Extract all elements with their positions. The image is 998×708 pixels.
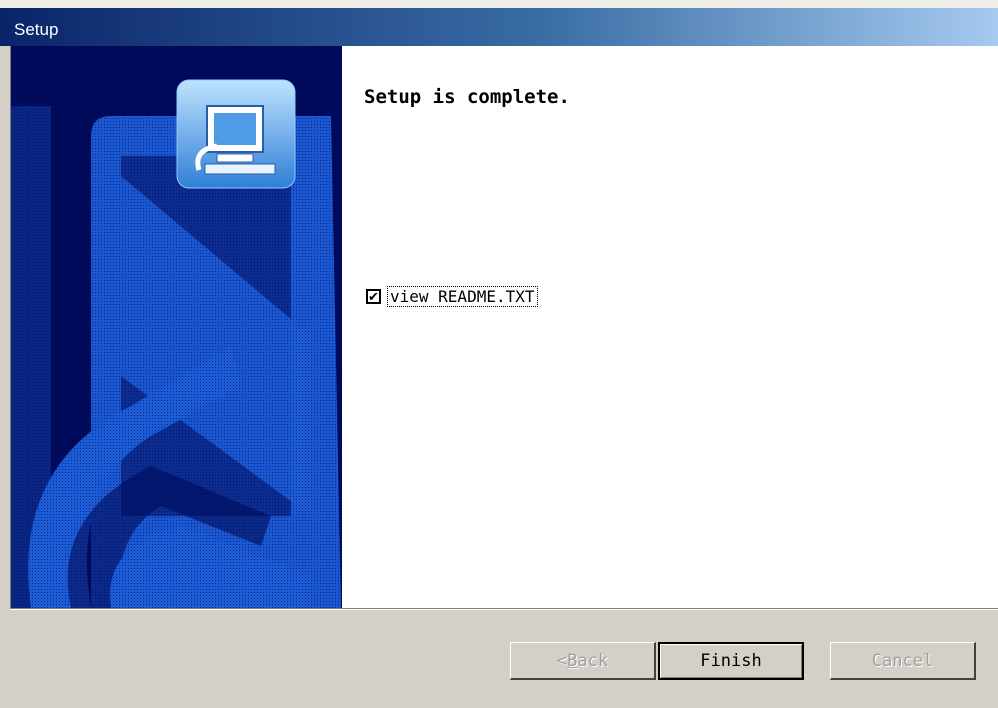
window-title: Setup [14, 20, 59, 39]
readme-checkbox-row[interactable]: ✔ view README.TXT [366, 286, 538, 307]
cancel-button[interactable]: Cancel [830, 642, 976, 680]
cancel-button-label: Cancel [871, 650, 934, 671]
installer-banner-graphic [11, 79, 341, 608]
back-button-prefix: < [556, 650, 568, 671]
finish-button-label: Finish [700, 651, 762, 671]
content-pane: Setup is complete. ✔ view README.TXT [342, 46, 998, 608]
back-button-rest: ack [577, 650, 609, 671]
footer-divider [10, 608, 998, 610]
computer-icon [176, 79, 296, 189]
title-bar: Setup [0, 0, 998, 46]
back-button-mnemonic: B [567, 650, 578, 671]
installer-banner [10, 46, 343, 608]
setup-complete-heading: Setup is complete. [364, 86, 570, 108]
readme-checkbox[interactable]: ✔ [366, 289, 381, 304]
finish-button[interactable]: Finish [658, 642, 804, 680]
readme-checkbox-label[interactable]: view README.TXT [387, 286, 538, 307]
back-button[interactable]: < Back [510, 642, 656, 680]
